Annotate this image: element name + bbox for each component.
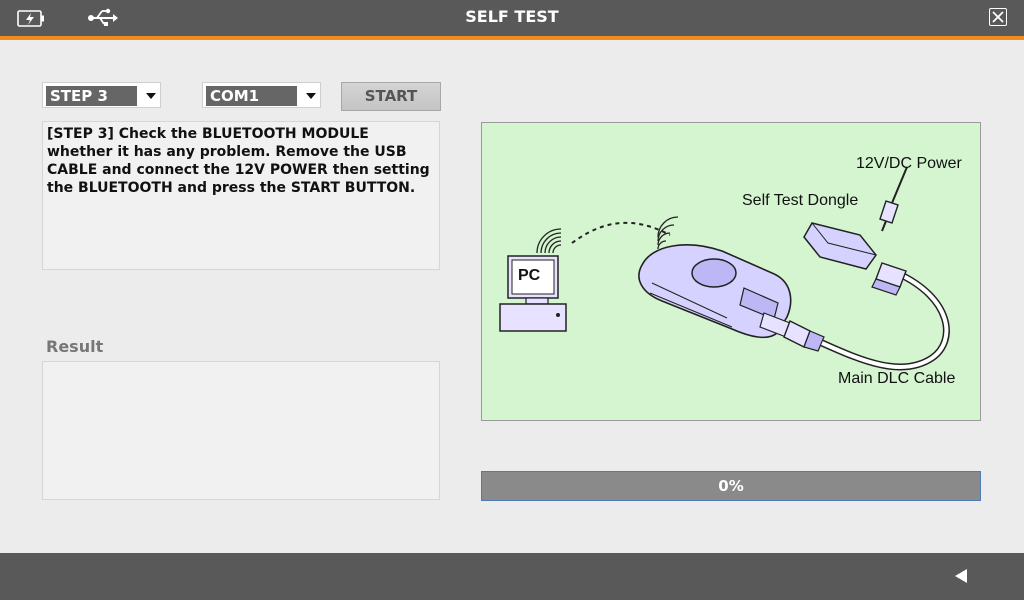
dongle-label: Self Test Dongle [742,192,859,209]
step-select-value: STEP 3 [46,86,137,106]
chevron-down-icon [146,93,156,99]
power-plug-icon [879,166,908,232]
chevron-down-icon [306,93,316,99]
start-button[interactable]: START [341,82,441,111]
vci-signal-icon [657,216,679,250]
progress-bar: 0% [481,471,981,501]
com-port-select-value: COM1 [206,86,297,106]
title-bar-accent [0,36,1024,40]
com-port-select[interactable]: COM1 [202,82,321,108]
pc-label: PC [518,267,541,284]
dlc-connector-icon [783,320,825,352]
instruction-text: [STEP 3] Check the BLUETOOTH MODULE whet… [47,126,430,196]
connection-diagram: 12V/DC Power Self Test Dongle Main DLC C… [481,122,981,421]
battery-icon [17,10,44,27]
self-test-window: SELF TEST STEP 3 COM1 START [STEP 3] Che… [0,0,1024,600]
step-select[interactable]: STEP 3 [42,82,161,108]
usb-icon [88,8,118,26]
bottom-bar [0,553,1024,600]
result-label: Result [46,337,104,356]
instruction-panel: [STEP 3] Check the BLUETOOTH MODULE whet… [42,121,440,270]
close-icon [992,11,1004,23]
pc-signal-icon [536,228,562,254]
result-output [42,361,440,500]
self-test-dongle-icon [803,222,877,270]
progress-text: 0% [718,477,744,495]
close-button[interactable] [989,8,1007,26]
power-label: 12V/DC Power [856,155,962,172]
window-title: SELF TEST [465,7,559,26]
dongle-connector-icon [871,262,907,296]
vci-device-icon [638,244,792,339]
dlc-cable-label: Main DLC Cable [838,370,956,387]
back-arrow-icon[interactable] [952,567,970,585]
